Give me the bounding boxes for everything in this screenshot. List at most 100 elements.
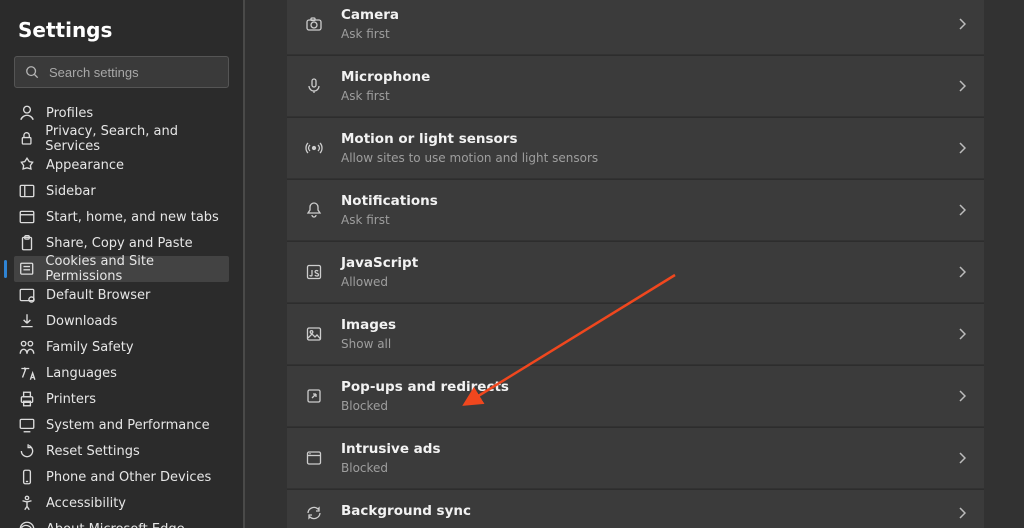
languages-icon (18, 364, 36, 382)
sidebar-icon (18, 182, 36, 200)
sidebar-item-label: Privacy, Search, and Services (45, 124, 229, 154)
sidebar-item-printers[interactable]: Printers (14, 386, 229, 412)
sidebar-item-system[interactable]: System and Performance (14, 412, 229, 438)
sidebar-item-accessibility[interactable]: Accessibility (14, 490, 229, 516)
accessibility-icon (18, 494, 36, 512)
sidebar-item-about[interactable]: About Microsoft Edge (14, 516, 229, 528)
sidebar-item-privacy[interactable]: Privacy, Search, and Services (14, 126, 229, 152)
page-title: Settings (18, 18, 229, 42)
family-icon (18, 338, 36, 356)
home-icon (18, 208, 36, 226)
phone-icon (18, 468, 36, 486)
sidebar-item-label: Accessibility (46, 496, 126, 511)
permission-title: Motion or light sensors (341, 131, 598, 147)
sidebar-item-default-browser[interactable]: Default Browser (14, 282, 229, 308)
search-input[interactable] (49, 65, 225, 80)
chevron-right-icon (958, 327, 966, 341)
sidebar-item-label: Start, home, and new tabs (46, 210, 219, 225)
permission-row-microphone[interactable]: Microphone Ask first (287, 55, 984, 116)
sidebar-item-label: Downloads (46, 314, 117, 329)
permission-row-motion-sensors[interactable]: Motion or light sensors Allow sites to us… (287, 117, 984, 178)
printer-icon (18, 390, 36, 408)
cookies-icon (18, 260, 35, 278)
permission-row-intrusive-ads[interactable]: Intrusive ads Blocked (287, 427, 984, 488)
sidebar-item-languages[interactable]: Languages (14, 360, 229, 386)
sidebar-item-family[interactable]: Family Safety (14, 334, 229, 360)
browser-icon (18, 286, 36, 304)
settings-nav: Profiles Privacy, Search, and Services A… (14, 100, 229, 528)
camera-icon (305, 15, 323, 33)
chevron-right-icon (958, 389, 966, 403)
profile-icon (18, 104, 36, 122)
permission-title: Background sync (341, 503, 471, 519)
permission-row-camera[interactable]: Camera Ask first (287, 0, 984, 54)
sidebar-item-label: Share, Copy and Paste (46, 236, 193, 251)
sidebar-item-label: System and Performance (46, 418, 210, 433)
sidebar-item-downloads[interactable]: Downloads (14, 308, 229, 334)
sidebar-item-label: About Microsoft Edge (46, 522, 185, 528)
sidebar-item-label: Profiles (46, 106, 93, 121)
chevron-right-icon (958, 451, 966, 465)
chevron-right-icon (958, 17, 966, 31)
download-icon (18, 312, 36, 330)
permission-title: Intrusive ads (341, 441, 440, 457)
sidebar-item-label: Languages (46, 366, 117, 381)
search-icon (25, 65, 49, 79)
permission-title: Pop-ups and redirects (341, 379, 509, 395)
permission-subtitle: Ask first (341, 27, 399, 41)
sidebar-item-phone[interactable]: Phone and Other Devices (14, 464, 229, 490)
permission-title: Microphone (341, 69, 430, 85)
sidebar-item-label: Reset Settings (46, 444, 140, 459)
image-icon (305, 325, 323, 343)
sidebar-item-label: Printers (46, 392, 96, 407)
popup-icon (305, 387, 323, 405)
permission-row-popups[interactable]: Pop-ups and redirects Blocked (287, 365, 984, 426)
permission-subtitle: Ask first (341, 213, 438, 227)
edge-icon (18, 520, 36, 528)
appearance-icon (18, 156, 36, 174)
chevron-right-icon (958, 79, 966, 93)
permission-title: Images (341, 317, 396, 333)
sidebar-item-share[interactable]: Share, Copy and Paste (14, 230, 229, 256)
bell-icon (305, 201, 323, 219)
permissions-list: Ask first Camera Ask first Microphone Ask … (287, 0, 984, 528)
chevron-right-icon (958, 506, 966, 520)
permission-title: JavaScript (341, 255, 418, 271)
sidebar-item-label: Family Safety (46, 340, 134, 355)
search-settings-field[interactable] (14, 56, 229, 88)
sidebar-item-label: Appearance (46, 158, 124, 173)
permission-subtitle: Allowed (341, 275, 418, 289)
chevron-right-icon (958, 141, 966, 155)
sidebar-item-sidebar[interactable]: Sidebar (14, 178, 229, 204)
permission-row-javascript[interactable]: JavaScript Allowed (287, 241, 984, 302)
permission-subtitle: Blocked (341, 399, 509, 413)
sidebar-item-label: Cookies and Site Permissions (45, 254, 229, 284)
settings-content: Ask first Camera Ask first Microphone Ask … (245, 0, 1024, 528)
sidebar-item-cookies[interactable]: Cookies and Site Permissions (14, 256, 229, 282)
sidebar-item-reset[interactable]: Reset Settings (14, 438, 229, 464)
javascript-icon (305, 263, 323, 281)
clipboard-icon (18, 234, 36, 252)
lock-icon (18, 130, 35, 148)
permission-subtitle: Ask first (341, 89, 430, 103)
permission-title: Notifications (341, 193, 438, 209)
chevron-right-icon (958, 203, 966, 217)
permission-subtitle: Blocked (341, 461, 440, 475)
permission-row-notifications[interactable]: Notifications Ask first (287, 179, 984, 240)
motion-icon (305, 139, 323, 157)
settings-sidebar: Settings Profiles Privacy, Search, and S… (0, 0, 245, 528)
sidebar-item-appearance[interactable]: Appearance (14, 152, 229, 178)
chevron-right-icon (958, 265, 966, 279)
sidebar-item-profiles[interactable]: Profiles (14, 100, 229, 126)
permission-row-background-sync[interactable]: Background sync (287, 489, 984, 528)
system-icon (18, 416, 36, 434)
reset-icon (18, 442, 36, 460)
permission-row-images[interactable]: Images Show all (287, 303, 984, 364)
permission-subtitle: Allow sites to use motion and light sens… (341, 151, 598, 165)
sidebar-item-label: Phone and Other Devices (46, 470, 211, 485)
sidebar-item-label: Sidebar (46, 184, 96, 199)
sync-icon (305, 504, 323, 522)
sidebar-item-start[interactable]: Start, home, and new tabs (14, 204, 229, 230)
permission-title: Camera (341, 7, 399, 23)
permission-subtitle: Show all (341, 337, 396, 351)
